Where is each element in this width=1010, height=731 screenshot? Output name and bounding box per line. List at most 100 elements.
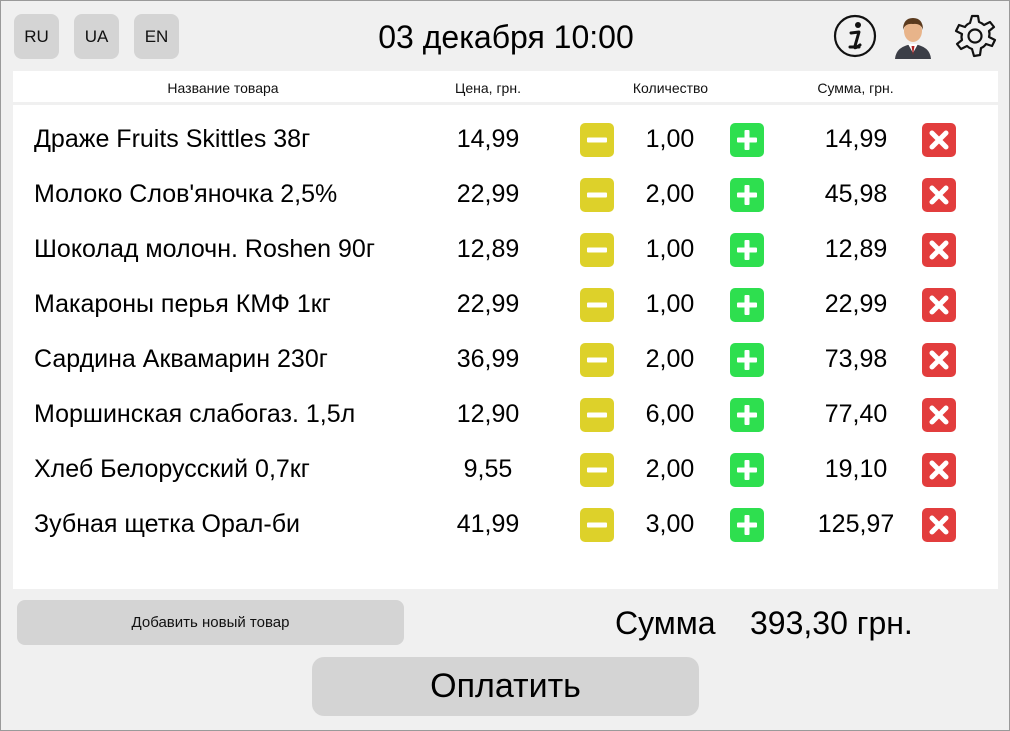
decrease-quantity-button[interactable] [580, 508, 614, 542]
increase-quantity-button[interactable] [730, 178, 764, 212]
app-window: RU UA EN 03 декабря 10:00 Название товар… [0, 0, 1010, 731]
minus-icon [580, 398, 614, 432]
increase-quantity-button[interactable] [730, 233, 764, 267]
product-quantity: 2,00 [645, 455, 695, 483]
product-name: Зубная щетка Орал-би [34, 510, 300, 538]
close-icon [922, 178, 956, 212]
product-sum: 19,10 [824, 455, 888, 483]
product-quantity: 3,00 [645, 510, 695, 538]
product-quantity: 1,00 [645, 125, 695, 153]
plus-icon [730, 453, 764, 487]
product-sum: 73,98 [824, 345, 888, 373]
close-icon [922, 123, 956, 157]
remove-item-button[interactable] [922, 288, 956, 322]
decrease-quantity-button[interactable] [580, 398, 614, 432]
decrease-quantity-button[interactable] [580, 288, 614, 322]
minus-icon [580, 233, 614, 267]
product-price: 22,99 [456, 290, 520, 318]
minus-icon [580, 123, 614, 157]
close-icon [922, 398, 956, 432]
column-header-name: Название товара [167, 80, 279, 96]
table-row: Хлеб Белорусский 0,7кг 9,55 2,00 19,10 [13, 442, 998, 497]
plus-icon [730, 508, 764, 542]
minus-icon [580, 508, 614, 542]
product-sum: 77,40 [824, 400, 888, 428]
minus-icon [580, 288, 614, 322]
remove-item-button[interactable] [922, 233, 956, 267]
decrease-quantity-button[interactable] [580, 453, 614, 487]
cart-table: Название товара Цена, грн. Количество Су… [13, 71, 998, 589]
product-price: 36,99 [456, 345, 520, 373]
minus-icon [580, 453, 614, 487]
product-quantity: 6,00 [645, 400, 695, 428]
remove-item-button[interactable] [922, 508, 956, 542]
minus-icon [580, 343, 614, 377]
decrease-quantity-button[interactable] [580, 178, 614, 212]
remove-item-button[interactable] [922, 178, 956, 212]
product-name: Шоколад молочн. Roshen 90г [34, 235, 375, 263]
product-price: 41,99 [456, 510, 520, 538]
decrease-quantity-button[interactable] [580, 343, 614, 377]
remove-item-button[interactable] [922, 453, 956, 487]
increase-quantity-button[interactable] [730, 343, 764, 377]
table-header: Название товара Цена, грн. Количество Су… [13, 71, 998, 105]
product-price: 9,55 [463, 455, 513, 483]
product-price: 22,99 [456, 180, 520, 208]
gear-icon[interactable] [952, 13, 998, 59]
table-row: Шоколад молочн. Roshen 90г 12,89 1,00 12,89 [13, 222, 998, 277]
product-name: Сардина Аквамарин 230г [34, 345, 328, 373]
product-sum: 14,99 [824, 125, 888, 153]
product-quantity: 1,00 [645, 290, 695, 318]
table-row: Зубная щетка Орал-би 41,99 3,00 125,97 [13, 497, 998, 552]
close-icon [922, 288, 956, 322]
plus-icon [730, 178, 764, 212]
lang-button-en[interactable]: EN [134, 14, 179, 59]
plus-icon [730, 233, 764, 267]
table-row: Сардина Аквамарин 230г 36,99 2,00 73,98 [13, 332, 998, 387]
table-row: Макароны перья КМФ 1кг 22,99 1,00 22,99 [13, 277, 998, 332]
user-avatar-icon[interactable] [890, 13, 936, 59]
plus-icon [730, 288, 764, 322]
plus-icon [730, 123, 764, 157]
product-price: 14,99 [456, 125, 520, 153]
product-name: Хлеб Белорусский 0,7кг [34, 455, 310, 483]
product-price: 12,89 [456, 235, 520, 263]
product-name: Драже Fruits Skittles 38г [34, 125, 311, 153]
increase-quantity-button[interactable] [730, 453, 764, 487]
column-header-sum: Сумма, грн. [817, 80, 894, 96]
column-header-quantity: Количество [632, 80, 709, 96]
increase-quantity-button[interactable] [730, 123, 764, 157]
total-label: Сумма [615, 604, 716, 641]
product-sum: 125,97 [817, 510, 895, 538]
product-name: Макароны перья КМФ 1кг [34, 290, 331, 318]
close-icon [922, 233, 956, 267]
increase-quantity-button[interactable] [730, 288, 764, 322]
total-value: 393,30 грн. [750, 604, 913, 641]
lang-button-ua[interactable]: UA [74, 14, 119, 59]
remove-item-button[interactable] [922, 398, 956, 432]
product-quantity: 2,00 [645, 180, 695, 208]
remove-item-button[interactable] [922, 123, 956, 157]
column-header-price: Цена, грн. [455, 80, 521, 96]
increase-quantity-button[interactable] [730, 508, 764, 542]
info-icon[interactable] [832, 13, 878, 59]
minus-icon [580, 178, 614, 212]
remove-item-button[interactable] [922, 343, 956, 377]
product-price: 12,90 [456, 400, 520, 428]
product-quantity: 1,00 [645, 235, 695, 263]
product-sum: 12,89 [824, 235, 888, 263]
decrease-quantity-button[interactable] [580, 123, 614, 157]
decrease-quantity-button[interactable] [580, 233, 614, 267]
product-quantity: 2,00 [645, 345, 695, 373]
product-sum: 22,99 [824, 290, 888, 318]
table-row: Моршинская слабогаз. 1,5л 12,90 6,00 77,40 [13, 387, 998, 442]
lang-button-ru[interactable]: RU [14, 14, 59, 59]
product-name: Молоко Слов'яночка 2,5% [34, 180, 338, 208]
product-name: Моршинская слабогаз. 1,5л [34, 400, 356, 428]
increase-quantity-button[interactable] [730, 398, 764, 432]
pay-button[interactable]: Оплатить [312, 657, 699, 716]
close-icon [922, 343, 956, 377]
plus-icon [730, 343, 764, 377]
plus-icon [730, 398, 764, 432]
add-item-button[interactable]: Добавить новый товар [17, 600, 404, 645]
